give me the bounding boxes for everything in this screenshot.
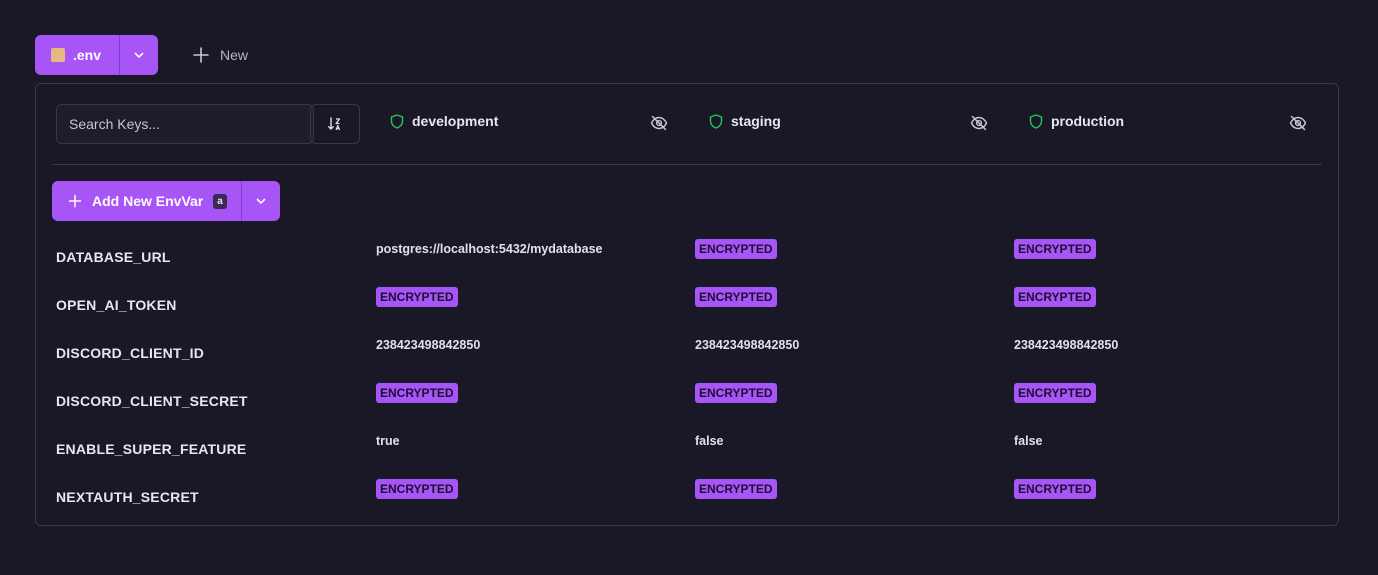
value-text: 238423498842850 [376, 338, 481, 352]
envvar-key: OPEN_AI_TOKEN [56, 297, 177, 313]
envvar-value-production[interactable]: ENCRYPTED [1014, 378, 1096, 408]
plus-icon [68, 194, 82, 208]
env-file-label: .env [73, 47, 102, 63]
env-file-dropdown-button[interactable] [120, 35, 158, 75]
encrypted-badge: ENCRYPTED [376, 383, 458, 403]
add-envvar-label: Add New EnvVar [92, 193, 204, 209]
encrypted-badge: ENCRYPTED [1014, 383, 1096, 403]
env-header-staging: staging [709, 113, 781, 129]
envvar-value-development[interactable]: 238423498842850 [376, 330, 480, 360]
envvar-value-staging[interactable]: ENCRYPTED [695, 234, 777, 264]
envvar-key: DISCORD_CLIENT_SECRET [56, 393, 248, 409]
env-header-production: production [1029, 113, 1124, 129]
new-file-button[interactable]: New [192, 46, 248, 64]
eye-off-icon [1289, 115, 1307, 131]
envvar-value-development[interactable]: ENCRYPTED [376, 474, 458, 504]
encrypted-badge: ENCRYPTED [1014, 479, 1096, 499]
envvar-value-production[interactable]: ENCRYPTED [1014, 474, 1096, 504]
search-input[interactable]: Search Keys... [56, 104, 314, 144]
envvar-value-development[interactable]: true [376, 426, 400, 456]
shield-icon [390, 113, 404, 129]
encrypted-badge: ENCRYPTED [695, 383, 777, 403]
eye-off-icon [650, 115, 668, 131]
toggle-visibility-development[interactable] [650, 114, 668, 137]
sort-icon [328, 117, 341, 131]
table-row[interactable]: DATABASE_URL postgres://localhost:5432/my… [56, 234, 1316, 282]
top-bar: .env New [35, 35, 248, 75]
env-vars-panel: Search Keys... development staging produ… [35, 83, 1339, 526]
envvar-value-staging[interactable]: false [695, 426, 724, 456]
shield-icon [709, 113, 723, 129]
chevron-down-icon [134, 52, 144, 58]
envvar-value-staging[interactable]: ENCRYPTED [695, 474, 777, 504]
value-text: 238423498842850 [695, 338, 800, 352]
env-name: production [1051, 113, 1125, 129]
table-row[interactable]: ENABLE_SUPER_FEATURE true false false [56, 426, 1316, 474]
header-divider [52, 164, 1322, 165]
envvar-value-development[interactable]: ENCRYPTED [376, 378, 458, 408]
toggle-visibility-production[interactable] [1289, 114, 1307, 137]
envvar-value-staging[interactable]: 238423498842850 [695, 330, 799, 360]
sort-button[interactable] [310, 104, 360, 144]
env-file-icon [51, 48, 65, 62]
chevron-down-icon [256, 198, 266, 204]
encrypted-badge: ENCRYPTED [1014, 287, 1096, 307]
value-text: false [695, 434, 724, 448]
env-file-button[interactable]: .env [35, 35, 120, 75]
envvar-key: NEXTAUTH_SECRET [56, 489, 199, 505]
value-text: false [1014, 434, 1043, 448]
eye-off-icon [970, 115, 988, 131]
envvar-value-production[interactable]: 238423498842850 [1014, 330, 1118, 360]
envvar-value-development[interactable]: ENCRYPTED [376, 282, 458, 312]
env-name: development [412, 113, 499, 129]
value-text: 238423498842850 [1014, 338, 1119, 352]
env-file-selector[interactable]: .env [35, 35, 158, 75]
value-text: postgres://localhost:5432/mydatabase [376, 242, 603, 256]
table-row[interactable]: NEXTAUTH_SECRET ENCRYPTED ENCRYPTED ENCRYPT… [56, 474, 1316, 522]
envvar-value-production[interactable]: ENCRYPTED [1014, 234, 1096, 264]
keyboard-shortcut-badge: a [213, 193, 227, 209]
plus-icon [193, 47, 209, 63]
value-text: true [376, 434, 400, 448]
new-file-label: New [220, 47, 249, 63]
envvar-key: ENABLE_SUPER_FEATURE [56, 441, 247, 457]
encrypted-badge: ENCRYPTED [376, 287, 458, 307]
add-envvar-button[interactable]: Add New EnvVar a [52, 181, 242, 221]
env-name: staging [731, 113, 781, 129]
envvar-key: DATABASE_URL [56, 249, 171, 265]
add-envvar-split-button[interactable]: Add New EnvVar a [52, 181, 280, 221]
toggle-visibility-staging[interactable] [970, 114, 988, 137]
table-row[interactable]: OPEN_AI_TOKEN ENCRYPTED ENCRYPTED ENCRYPTED [56, 282, 1316, 330]
envvar-value-production[interactable]: false [1014, 426, 1043, 456]
search-placeholder: Search Keys... [69, 116, 161, 132]
envvar-value-development[interactable]: postgres://localhost:5432/mydatabase [376, 234, 602, 264]
add-envvar-dropdown-button[interactable] [242, 181, 280, 221]
envvar-key: DISCORD_CLIENT_ID [56, 345, 205, 361]
encrypted-badge: ENCRYPTED [695, 239, 777, 259]
envvar-value-staging[interactable]: ENCRYPTED [695, 378, 777, 408]
env-header-development: development [390, 113, 498, 129]
table-row[interactable]: DISCORD_CLIENT_ID 238423498842850 23842349… [56, 330, 1316, 378]
encrypted-badge: ENCRYPTED [695, 479, 777, 499]
encrypted-badge: ENCRYPTED [376, 479, 458, 499]
shield-icon [1029, 113, 1043, 129]
encrypted-badge: ENCRYPTED [1014, 239, 1096, 259]
table-row[interactable]: DISCORD_CLIENT_SECRET ENCRYPTED ENCRYPTED E… [56, 378, 1316, 426]
envvar-value-production[interactable]: ENCRYPTED [1014, 282, 1096, 312]
encrypted-badge: ENCRYPTED [695, 287, 777, 307]
envvar-value-staging[interactable]: ENCRYPTED [695, 282, 777, 312]
